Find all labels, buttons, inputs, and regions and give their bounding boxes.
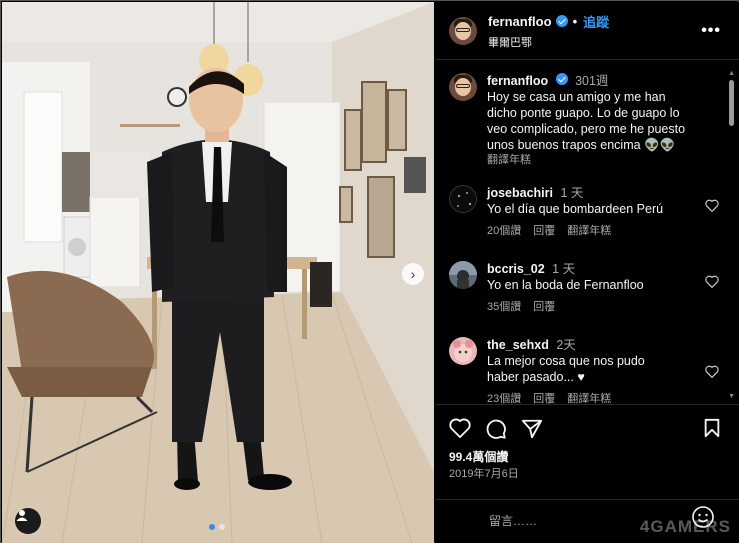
post-actions: 99.4萬個讚 2019年7月6日 (435, 404, 739, 498)
comment-time: 2天 (556, 338, 576, 352)
comment-time: 1 天 (552, 262, 576, 276)
post-photo[interactable]: › (2, 2, 434, 543)
comment-likes[interactable]: 35個讚 (487, 299, 521, 315)
chevron-right-icon: › (410, 266, 416, 282)
comment-text: Yo el día que bombardeen Perú (487, 202, 664, 216)
comment-likes[interactable]: 23個讚 (487, 391, 521, 404)
avatar-image (449, 261, 477, 289)
bookmark-icon[interactable] (703, 418, 721, 438)
comments-scrollbar-thumb[interactable] (729, 80, 734, 126)
comment-time: 1 天 (560, 186, 584, 200)
translate-link[interactable]: 翻譯年糕 (567, 391, 611, 404)
comment-username[interactable]: the_sehxd (487, 338, 549, 352)
scroll-down-arrow[interactable]: ▼ (728, 393, 735, 400)
instagram-post-modal: › fernanfloo • 追蹤 畢爾巴鄂 ••• fernanfloo 30… (0, 0, 739, 543)
heart-icon[interactable] (705, 275, 719, 288)
caption-line: veo complicado, pero me he puesto (487, 122, 686, 136)
comment-text-line2: haber pasado... ♥ (487, 369, 697, 385)
post-side-panel: fernanfloo • 追蹤 畢爾巴鄂 ••• fernanfloo 301週… (435, 2, 739, 543)
avatar[interactable] (449, 261, 477, 289)
caption-username[interactable]: fernanfloo (487, 74, 548, 88)
comments-list[interactable]: fernanfloo 301週 Hoy se casa un amigo y m… (435, 61, 739, 404)
translate-link[interactable]: 翻譯年糕 (567, 223, 611, 239)
carousel-dot-active (209, 524, 215, 530)
bullet-separator: • (572, 13, 578, 29)
reply-button[interactable]: 回覆 (533, 391, 555, 404)
translate-link[interactable]: 翻譯年糕 (487, 152, 697, 168)
comment-likes[interactable]: 20個讚 (487, 223, 521, 239)
avatar[interactable] (449, 185, 477, 213)
comment-input[interactable]: 留言…… (489, 512, 537, 529)
comment-username[interactable]: josebachiri (487, 186, 553, 200)
watermark: 4GAMERS (639, 517, 731, 536)
avatar[interactable] (449, 16, 477, 45)
verified-icon (555, 73, 568, 85)
list-item: bccris_02 1 天 Yo en la boda de Fernanflo… (449, 261, 719, 315)
caption-line: unos buenos trapos encima 👽👽 (487, 138, 676, 152)
heart-icon[interactable] (705, 365, 719, 378)
user-tag-icon (16, 510, 28, 521)
comment-text: La mejor cosa que nos pudo (487, 354, 645, 368)
caption-time: 301週 (575, 74, 609, 88)
avatar[interactable] (449, 73, 477, 101)
scroll-up-arrow[interactable]: ▲ (728, 70, 735, 77)
avatar-image (457, 192, 471, 207)
heart-icon[interactable] (449, 418, 471, 438)
carousel-dot (219, 524, 225, 530)
more-options-button[interactable]: ••• (701, 22, 721, 40)
avatar-image (453, 340, 473, 362)
share-icon[interactable] (521, 418, 543, 440)
comment-username[interactable]: bccris_02 (487, 262, 545, 276)
verified-icon (555, 15, 568, 27)
comment-compose: 留言…… 4GAMERS (435, 499, 739, 543)
caption-line: Hoy se casa un amigo y me han (487, 90, 666, 104)
list-item: josebachiri 1 天 Yo el día que bombardeen… (449, 185, 719, 239)
carousel-indicator (209, 524, 225, 530)
comment-text: Yo en la boda de Fernanfloo (487, 278, 644, 292)
likes-count[interactable]: 99.4萬個讚 (449, 448, 508, 465)
follow-button[interactable]: 追蹤 (583, 12, 609, 31)
caption: fernanfloo 301週 Hoy se casa un amigo y m… (449, 73, 719, 168)
comment-icon[interactable] (485, 418, 507, 440)
post-header: fernanfloo • 追蹤 畢爾巴鄂 ••• (435, 2, 739, 60)
post-date: 2019年7月6日 (449, 468, 519, 480)
reply-button[interactable]: 回覆 (533, 223, 555, 239)
reply-button[interactable]: 回覆 (533, 299, 555, 315)
caption-line: dicho ponte guapo. Lo de guapo lo (487, 106, 680, 120)
user-tag-button[interactable] (15, 508, 41, 534)
heart-icon[interactable] (705, 199, 719, 212)
photo-illustration (2, 2, 434, 543)
list-item: the_sehxd 2天 La mejor cosa que nos pudo … (449, 337, 719, 404)
post-location[interactable]: 畢爾巴鄂 (488, 34, 609, 50)
header-username[interactable]: fernanfloo (488, 14, 552, 29)
comment-text-continued: haber pasado... ♥ (487, 370, 585, 384)
next-photo-button[interactable]: › (402, 263, 424, 285)
avatar[interactable] (449, 337, 477, 365)
